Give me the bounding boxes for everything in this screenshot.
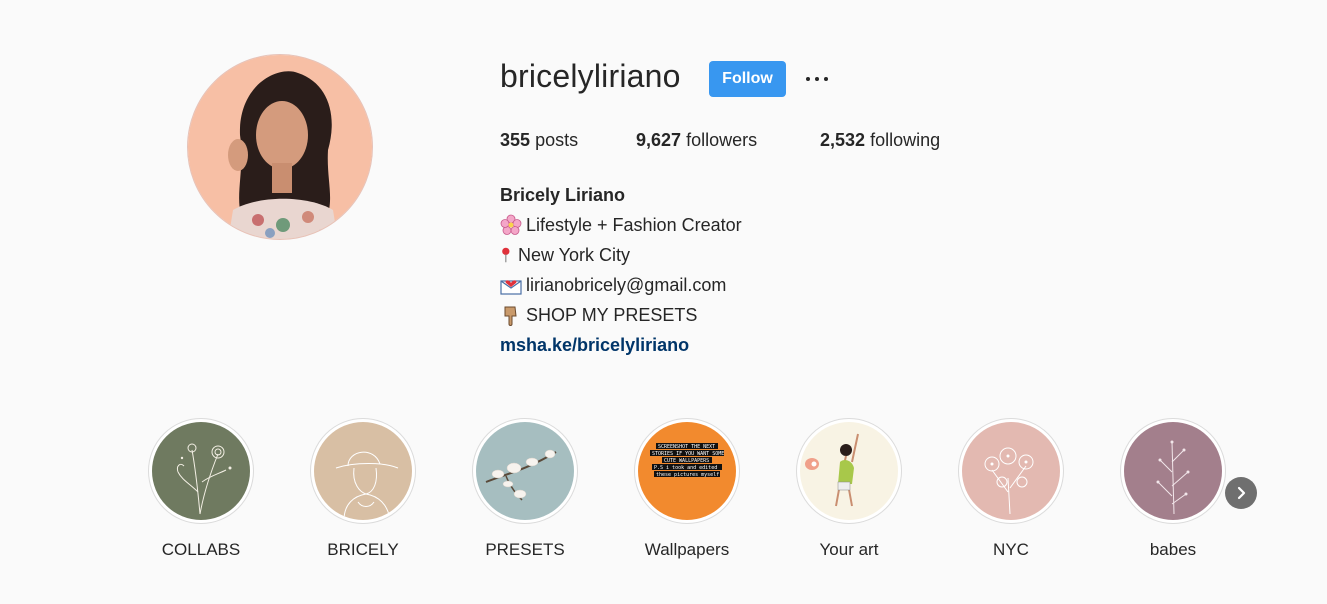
highlight-cover: [476, 422, 574, 520]
hat-woman-line-icon: [314, 422, 412, 520]
floral-line-icon: [152, 422, 250, 520]
highlight-ring: SCREENSHOT THE NEXT STORIES IF YOU WANT …: [634, 418, 740, 524]
highlight-collabs[interactable]: COLLABS: [147, 418, 255, 560]
full-name: Bricely Liriano: [500, 185, 626, 205]
highlight-label: COLLABS: [161, 540, 241, 559]
follow-button[interactable]: Follow: [709, 61, 786, 97]
wallpapers-text-cover: SCREENSHOT THE NEXT STORIES IF YOU WANT …: [638, 422, 736, 520]
posts-count: 355: [500, 130, 531, 150]
cover-text: these pictures myself: [656, 472, 719, 478]
following-count: 2,532: [820, 130, 866, 150]
bio-line: lirianobricely@gmail.com: [500, 270, 742, 300]
highlight-ring: [796, 418, 902, 524]
highlight-label: NYC: [993, 540, 1029, 559]
following-stat[interactable]: 2,532 following: [820, 130, 940, 151]
highlight-ring: [958, 418, 1064, 524]
bio-text-lifestyle: Lifestyle + Fashion Creator: [526, 215, 742, 235]
dot: [806, 77, 810, 81]
highlight-label: PRESETS: [485, 540, 565, 559]
cover-text: SCREENSHOT THE NEXT: [658, 444, 715, 450]
highlight-ring: [472, 418, 578, 524]
highlight-nyc[interactable]: NYC: [957, 418, 1065, 560]
girl-illustration-icon: [800, 422, 898, 520]
pointing-down-icon: [504, 306, 517, 326]
highlight-cover: [152, 422, 250, 520]
cover-text: P.S i took and edited: [654, 465, 717, 471]
bio-line: Lifestyle + Fashion Creator: [500, 210, 742, 240]
cover-text: CUTE WALLPAPERS: [664, 458, 709, 464]
bio-link[interactable]: msha.ke/bricelyliriano: [500, 330, 742, 360]
profile-avatar[interactable]: [187, 54, 373, 240]
avatar-photo: [188, 55, 372, 239]
flower-bouquet-icon: [962, 422, 1060, 520]
profile-username: bricelyliriano: [500, 58, 681, 94]
bio-text-location: New York City: [518, 245, 631, 265]
highlight-wallpapers[interactable]: SCREENSHOT THE NEXT STORIES IF YOU WANT …: [633, 418, 741, 560]
highlight-cover: [1124, 422, 1222, 520]
followers-stat[interactable]: 9,627 followers: [636, 130, 757, 151]
followers-count: 9,627: [636, 130, 682, 150]
highlight-cover: [962, 422, 1060, 520]
magnolia-branch-icon: [476, 422, 574, 520]
bio-text-email: lirianobricely@gmail.com: [526, 275, 727, 295]
followers-label: followers: [686, 130, 758, 150]
highlight-cover: SCREENSHOT THE NEXT STORIES IF YOU WANT …: [638, 422, 736, 520]
highlight-label: Your art: [819, 540, 879, 559]
bio-line: SHOP MY PRESETS: [500, 300, 742, 330]
highlight-presets[interactable]: PRESETS: [471, 418, 579, 560]
round-pushpin-icon: [502, 247, 510, 263]
botanical-branch-icon: [1124, 422, 1222, 520]
cover-text: STORIES IF YOU WANT SOME: [652, 451, 724, 457]
highlight-ring: [1120, 418, 1226, 524]
bio-line: New York City: [500, 240, 742, 270]
highlight-ring: [310, 418, 416, 524]
highlight-your-art[interactable]: Your art: [795, 418, 903, 560]
highlight-bricely[interactable]: BRICELY: [309, 418, 417, 560]
cherry-blossom-icon: [500, 214, 522, 235]
bio-text-shop: SHOP MY PRESETS: [526, 305, 698, 325]
highlight-ring: [148, 418, 254, 524]
highlight-cover: [800, 422, 898, 520]
posts-label: posts: [535, 130, 579, 150]
profile-bio: Bricely Liriano Lifestyle + Fashion Crea…: [500, 180, 742, 360]
highlight-label: BRICELY: [327, 540, 399, 559]
highlight-label: babes: [1149, 540, 1197, 559]
chevron-right-icon[interactable]: [1225, 477, 1257, 509]
envelope-with-heart-icon: [500, 280, 522, 295]
more-options-icon[interactable]: [802, 66, 832, 92]
chevron-right-glyph: [1237, 486, 1246, 500]
dot: [815, 77, 819, 81]
highlight-babes[interactable]: babes: [1119, 418, 1227, 560]
highlight-label: Wallpapers: [644, 540, 730, 559]
highlight-cover: [314, 422, 412, 520]
dot: [824, 77, 828, 81]
following-label: following: [870, 130, 941, 150]
posts-stat[interactable]: 355 posts: [500, 130, 578, 151]
